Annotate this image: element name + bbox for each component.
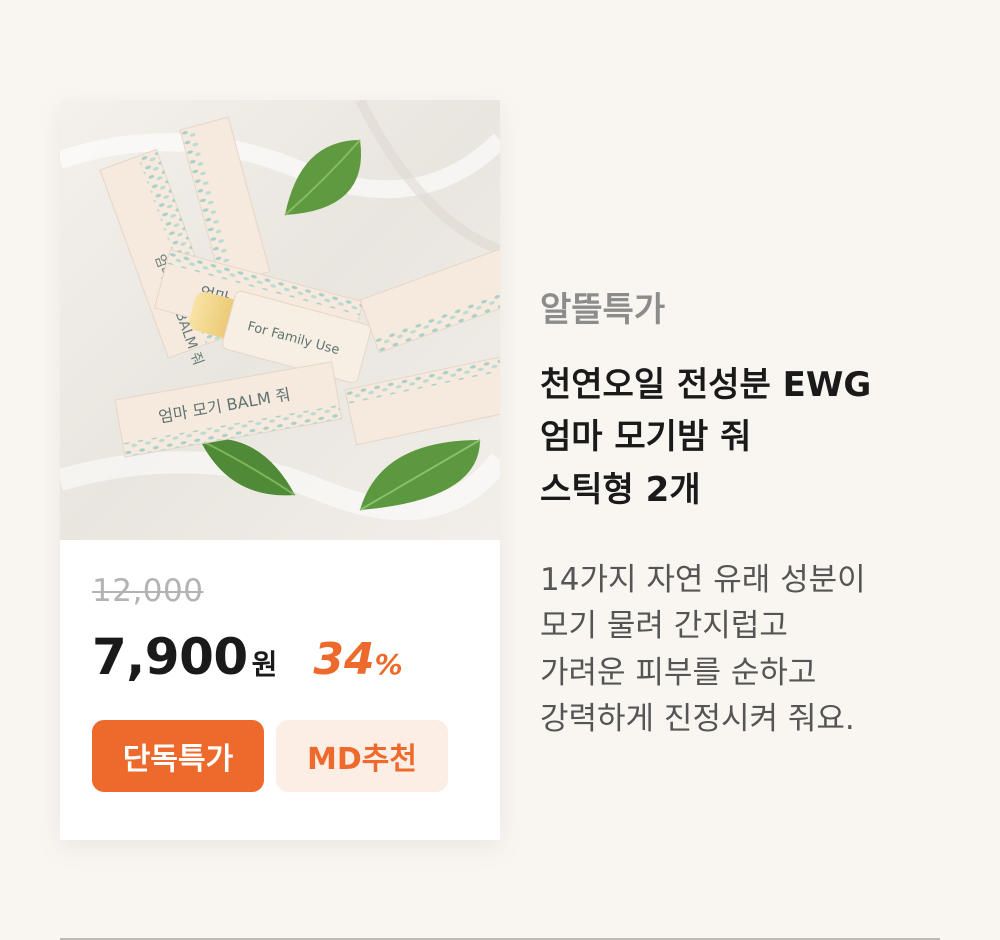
title-line: 천연오일 전성분 EWG <box>540 364 872 405</box>
description-line: 모기 물려 간지럽고 <box>540 608 788 645</box>
title-line: 엄마 모기밤 줘 <box>540 417 752 458</box>
price-row: 7,900 원 34 % <box>92 632 403 682</box>
original-price: 12,000 <box>92 573 204 609</box>
md-pick-badge[interactable]: MD추천 <box>276 720 448 792</box>
currency-label: 원 <box>251 648 278 681</box>
sale-price: 7,900 <box>92 628 248 686</box>
category-label: 알뜰특가 <box>540 290 666 330</box>
product-title[interactable]: 천연오일 전성분 EWG 엄마 모기밤 줘 스틱형 2개 <box>540 359 960 517</box>
product-description: 14가지 자연 유래 성분이 모기 물려 간지럽고 가려운 피부를 순하고 강력… <box>540 557 960 743</box>
description-line: 가려운 피부를 순하고 <box>540 654 817 691</box>
description-line: 14가지 자연 유래 성분이 <box>540 561 866 598</box>
title-line: 스틱형 2개 <box>540 470 701 511</box>
exclusive-deal-badge[interactable]: 단독특가 <box>92 720 264 792</box>
product-photo: 엄마 모기 BALM 줘 엄마 모기 BALM 줘 Fo <box>60 100 500 540</box>
product-info: 알뜰특가 천연오일 전성분 EWG 엄마 모기밤 줘 스틱형 2개 14가지 자… <box>540 290 960 743</box>
description-line: 강력하게 진정시켜 줘요. <box>540 701 855 738</box>
discount-unit: % <box>374 648 403 681</box>
badge-group: 단독특가 MD추천 <box>92 720 448 792</box>
product-card[interactable]: 엄마 모기 BALM 줘 엄마 모기 BALM 줘 Fo <box>60 100 500 840</box>
discount-rate: 34 <box>313 634 375 685</box>
